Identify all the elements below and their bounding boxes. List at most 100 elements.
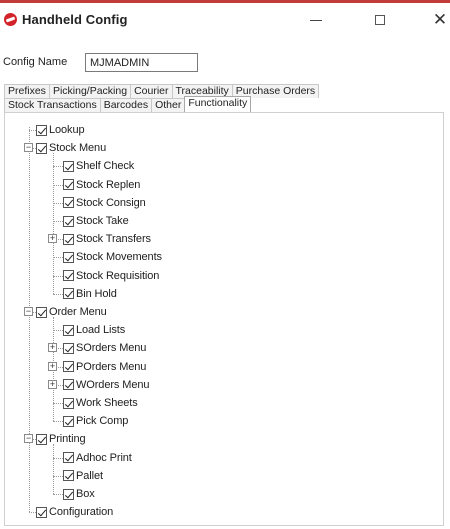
config-name-label: Config Name (3, 56, 68, 68)
checkbox-checked-icon[interactable] (63, 270, 74, 282)
tree-node-label: Stock Movements (76, 251, 162, 264)
tree-branch-line (53, 494, 63, 495)
checkbox-checked-icon[interactable] (63, 415, 74, 427)
checkbox-checked-icon[interactable] (63, 197, 74, 209)
checkbox-checked-icon[interactable] (36, 142, 47, 154)
tree-node-stock-movements[interactable]: Stock Movements (63, 250, 162, 264)
expand-icon[interactable]: + (48, 361, 57, 371)
tree-node-pick-comp[interactable]: Pick Comp (63, 414, 128, 428)
tree-branch-line (29, 512, 36, 514)
tree-branch-line (53, 293, 63, 295)
tree-node-order-menu[interactable]: Order Menu (36, 305, 107, 319)
tree-node-lookup[interactable]: Lookup (36, 123, 85, 137)
tree-node-label: Configuration (49, 506, 114, 519)
tree-node-stock-consign[interactable]: Stock Consign (63, 196, 146, 210)
tab-courier[interactable]: Courier (130, 84, 173, 98)
tree-root-connector (29, 127, 30, 513)
tree-node-label: Work Sheets (76, 397, 138, 409)
tree-child-connector (53, 444, 54, 494)
checkbox-checked-icon[interactable] (63, 452, 74, 464)
checkbox-checked-icon[interactable] (63, 324, 74, 336)
checkbox-checked-icon[interactable] (63, 215, 74, 227)
tab-row-2: Stock Transactions Barcodes Other Functiona… (4, 96, 252, 112)
checkbox-checked-icon[interactable] (63, 179, 74, 191)
tree-node-label: Adhoc Print (76, 451, 132, 464)
tree-node-label: Stock Menu (49, 142, 107, 155)
tree-node-stock-take[interactable]: Stock Take (63, 214, 129, 228)
tree-node-label: Stock Requisition (76, 269, 160, 282)
tree-node-stock-menu[interactable]: Stock Menu (36, 141, 106, 155)
tree-branch-line (53, 475, 63, 477)
tab-stock-transactions[interactable]: Stock Transactions (4, 98, 101, 112)
tree-node-printing[interactable]: Printing (36, 432, 86, 446)
tree-node-stock-replen[interactable]: Stock Replen (63, 178, 140, 192)
tree-node-label: Stock Transfers (76, 233, 151, 246)
tree-node-pallet[interactable]: Pallet (63, 469, 103, 483)
tree-node-bin-hold[interactable]: Bin Hold (63, 287, 117, 301)
tab-barcodes[interactable]: Barcodes (99, 98, 153, 112)
tab-functionality[interactable]: Functionality (184, 96, 252, 112)
collapse-icon[interactable]: − (24, 307, 33, 316)
tab-picking-packing[interactable]: Picking/Packing (48, 84, 132, 98)
tree-node-label: Stock Replen (76, 178, 141, 191)
tree-node-porders-menu[interactable]: POrders Menu (63, 360, 146, 374)
maximize-button[interactable] (360, 7, 400, 33)
functionality-tree[interactable]: Lookup − Stock Menu Shelf Check Stock Replen… (5, 113, 443, 525)
tree-node-stock-requisition[interactable]: Stock Requisition (63, 269, 159, 283)
checkbox-checked-icon[interactable] (36, 506, 47, 518)
tree-node-label: Shelf Check (76, 160, 135, 173)
tree-branch-line (53, 166, 63, 168)
maximize-icon (375, 15, 385, 25)
checkbox-checked-icon[interactable] (63, 288, 74, 300)
tree-branch-line (53, 403, 63, 404)
checkbox-checked-icon[interactable] (63, 470, 74, 482)
minimize-button[interactable] (296, 7, 336, 33)
tree-branch-line (53, 457, 63, 459)
checkbox-checked-icon[interactable] (36, 124, 47, 136)
tree-branch-line (53, 221, 63, 222)
checkbox-checked-icon[interactable] (63, 379, 74, 391)
tree-node-configuration[interactable]: Configuration (36, 505, 113, 519)
checkbox-checked-icon[interactable] (63, 342, 74, 354)
tree-node-label: Load Lists (76, 324, 126, 337)
tab-prefixes[interactable]: Prefixes (4, 84, 50, 98)
checkbox-checked-icon[interactable] (63, 397, 74, 409)
checkbox-checked-icon[interactable] (63, 160, 74, 172)
collapse-icon[interactable]: − (24, 434, 33, 444)
checkbox-checked-icon[interactable] (36, 433, 47, 445)
tree-node-label: SOrders Menu (76, 342, 147, 355)
expand-icon[interactable]: + (48, 234, 57, 244)
checkbox-checked-icon[interactable] (63, 361, 74, 373)
checkbox-checked-icon[interactable] (36, 306, 47, 318)
tree-branch-line (53, 275, 63, 277)
tree-node-stock-transfers[interactable]: Stock Transfers (63, 232, 151, 246)
tree-node-box[interactable]: Box (63, 487, 95, 501)
tree-branch-line (53, 184, 63, 186)
tree-node-worders-menu[interactable]: WOrders Menu (63, 378, 149, 392)
tree-branch-line (53, 257, 63, 259)
tree-node-load-lists[interactable]: Load Lists (63, 323, 125, 337)
tree-node-shelf-check[interactable]: Shelf Check (63, 159, 134, 173)
checkbox-checked-icon[interactable] (63, 251, 74, 263)
checkbox-checked-icon[interactable] (63, 233, 74, 245)
checkbox-checked-icon[interactable] (63, 488, 74, 500)
window-title: Handheld Config (22, 12, 128, 27)
functionality-panel: Lookup − Stock Menu Shelf Check Stock Replen… (4, 112, 444, 526)
tab-row-1: Prefixes Picking/Packing Courier Traceabili… (4, 84, 320, 98)
collapse-icon[interactable]: − (24, 143, 33, 153)
tab-other[interactable]: Other (151, 98, 186, 112)
expand-icon[interactable]: + (48, 343, 57, 353)
expand-icon[interactable]: + (48, 379, 57, 389)
tree-node-sorders-menu[interactable]: SOrders Menu (63, 341, 146, 355)
tree-node-label: Box (76, 488, 95, 500)
tree-node-adhoc-print[interactable]: Adhoc Print (63, 451, 132, 465)
tree-branch-line (53, 202, 63, 204)
minimize-icon (310, 20, 322, 21)
title-bar[interactable]: Handheld Config ✕ (0, 3, 450, 36)
tree-node-label: POrders Menu (76, 360, 147, 373)
tree-node-work-sheets[interactable]: Work Sheets (63, 396, 138, 410)
tree-node-label: Pallet (76, 469, 103, 482)
tree-branch-line (29, 130, 36, 131)
close-button[interactable]: ✕ (420, 7, 450, 33)
config-name-input[interactable] (85, 53, 198, 72)
